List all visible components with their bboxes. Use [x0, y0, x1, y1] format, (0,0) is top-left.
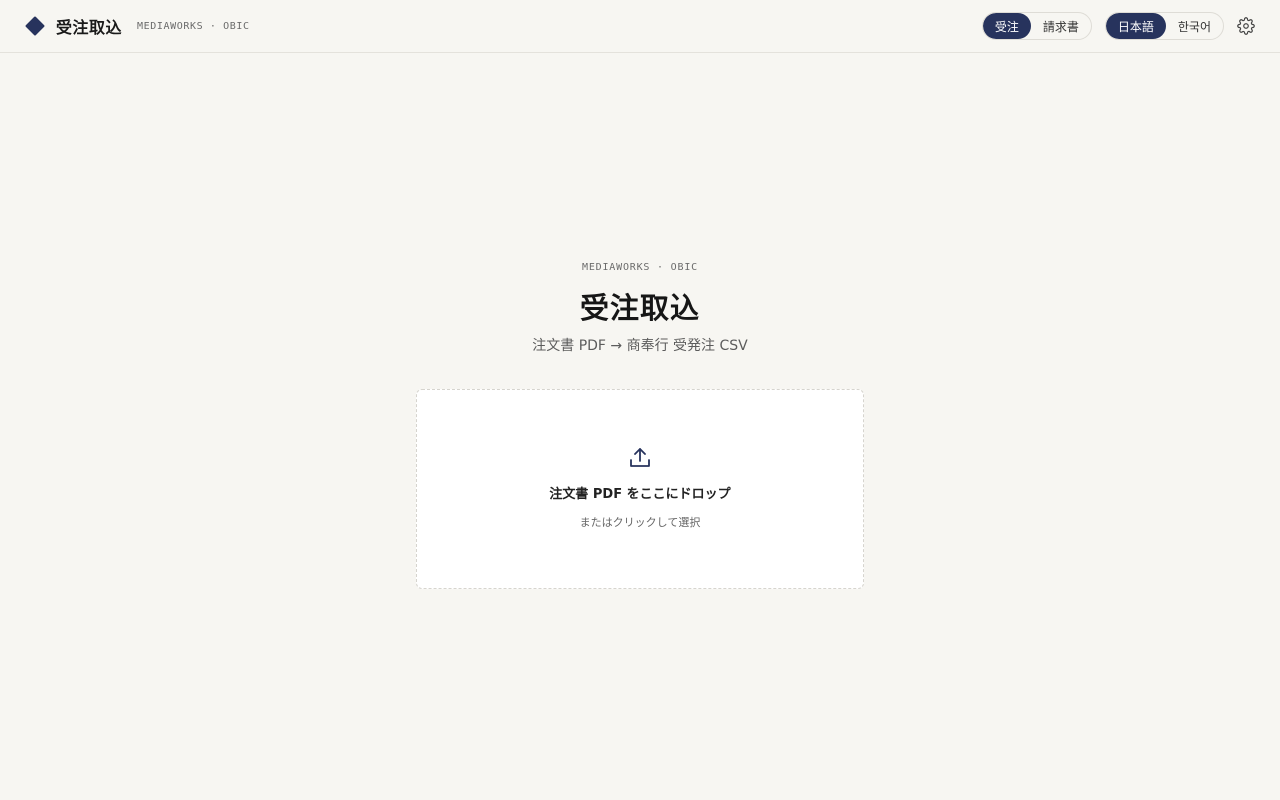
- app-subtitle: MEDIAWORKS · OBIC: [137, 20, 250, 32]
- pdf-dropzone[interactable]: 注文書 PDF をここにドロップ またはクリックして選択: [416, 389, 864, 589]
- mode-toggle: 受注 請求書: [981, 12, 1092, 40]
- upload-icon: [630, 448, 650, 467]
- mode-option-invoice[interactable]: 請求書: [1031, 13, 1091, 39]
- mode-option-order[interactable]: 受注: [982, 13, 1031, 39]
- hero-subtitle: 注文書 PDF → 商奉行 受発注 CSV: [532, 338, 748, 354]
- settings-button[interactable]: [1236, 16, 1256, 36]
- gear-icon: [1237, 17, 1255, 35]
- dropzone-subtitle: またはクリックして選択: [579, 516, 701, 529]
- top-bar: 受注取込 MEDIAWORKS · OBIC 受注 請求書 日本語 한국어: [0, 0, 1280, 53]
- hero-kicker: MEDIAWORKS · OBIC: [582, 262, 698, 273]
- header-controls: 受注 請求書 日本語 한국어: [981, 12, 1256, 40]
- dropzone-title: 注文書 PDF をここにドロップ: [549, 487, 731, 502]
- language-option-korean[interactable]: 한국어: [1166, 13, 1223, 39]
- language-toggle: 日本語 한국어: [1104, 12, 1224, 40]
- logo-diamond-icon: [25, 16, 45, 36]
- hero-title: 受注取込: [579, 291, 700, 325]
- brand: 受注取込 MEDIAWORKS · OBIC: [24, 14, 250, 38]
- language-option-japanese[interactable]: 日本語: [1105, 13, 1166, 39]
- app-title: 受注取込: [56, 18, 123, 37]
- hero: MEDIAWORKS · OBIC 受注取込 注文書 PDF → 商奉行 受発注…: [0, 262, 1280, 355]
